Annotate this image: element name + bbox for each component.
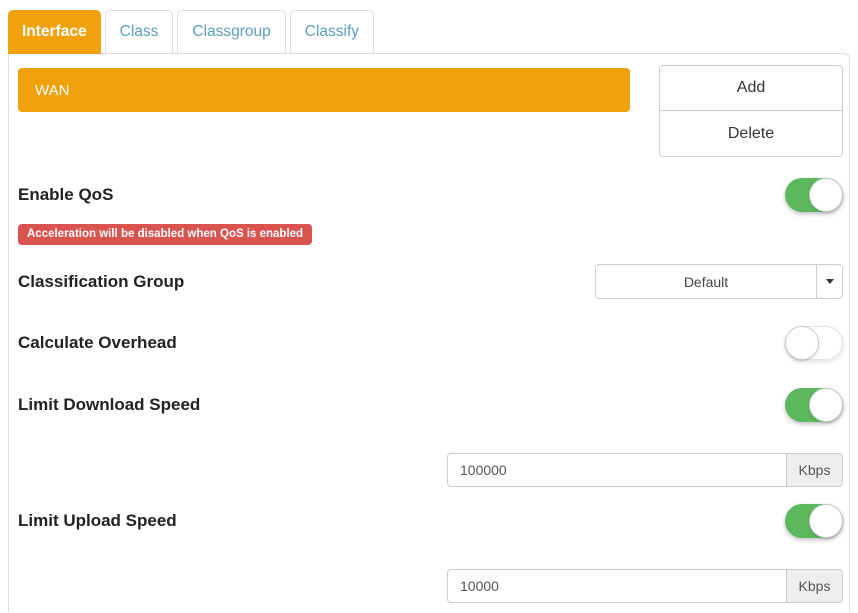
tab-bar: Interface Class Classgroup Classify — [8, 10, 850, 54]
limit-upload-toggle[interactable] — [785, 504, 843, 538]
upload-speed-input-group: Kbps — [447, 569, 843, 603]
classification-group-row: Classification Group Default — [18, 264, 843, 299]
limit-upload-row: Limit Upload Speed — [18, 504, 843, 538]
interface-name-label: WAN — [35, 82, 69, 99]
toggle-knob — [809, 178, 843, 212]
upload-speed-input[interactable] — [447, 569, 787, 603]
interface-actions-group: Add Delete — [659, 65, 843, 157]
limit-download-row: Limit Download Speed — [18, 388, 843, 422]
upload-speed-unit: Kbps — [787, 569, 843, 603]
classification-group-value: Default — [596, 265, 816, 298]
download-speed-input-row: Kbps — [18, 453, 843, 487]
toggle-knob — [809, 504, 843, 538]
classification-group-select[interactable]: Default — [595, 264, 843, 299]
qos-settings-page: Interface Class Classgroup Classify WAN … — [0, 0, 858, 612]
limit-download-label: Limit Download Speed — [18, 395, 200, 415]
delete-button[interactable]: Delete — [660, 111, 842, 156]
warning-row: Acceleration will be disabled when QoS i… — [18, 224, 843, 245]
tab-classgroup[interactable]: Classgroup — [177, 10, 285, 54]
tab-interface-label: Interface — [22, 23, 87, 41]
limit-upload-label: Limit Upload Speed — [18, 511, 177, 531]
tab-classify[interactable]: Classify — [290, 10, 374, 54]
calculate-overhead-toggle[interactable] — [785, 326, 843, 360]
enable-qos-toggle[interactable] — [785, 178, 843, 212]
tab-classify-label: Classify — [305, 23, 359, 41]
toggle-knob — [785, 326, 819, 360]
dropdown-caret-box[interactable] — [816, 265, 842, 298]
tab-class[interactable]: Class — [105, 10, 174, 54]
download-speed-input[interactable] — [447, 453, 787, 487]
enable-qos-label: Enable QoS — [18, 185, 113, 205]
upload-speed-input-row: Kbps — [18, 569, 843, 603]
limit-download-toggle[interactable] — [785, 388, 843, 422]
classification-group-label: Classification Group — [18, 272, 184, 292]
calculate-overhead-label: Calculate Overhead — [18, 333, 177, 353]
toggle-knob — [809, 388, 843, 422]
interface-list-item-wan[interactable]: WAN — [18, 68, 630, 112]
add-button[interactable]: Add — [660, 66, 842, 111]
chevron-down-icon — [826, 279, 834, 284]
tab-classgroup-label: Classgroup — [192, 23, 270, 41]
interface-list-row: WAN Add Delete — [18, 65, 843, 157]
enable-qos-row: Enable QoS — [18, 178, 843, 212]
interface-tab-panel: WAN Add Delete Enable QoS Acceleration w… — [8, 53, 850, 612]
calculate-overhead-row: Calculate Overhead — [18, 326, 843, 360]
tab-class-label: Class — [120, 23, 159, 41]
download-speed-input-group: Kbps — [447, 453, 843, 487]
tab-interface[interactable]: Interface — [8, 10, 101, 54]
download-speed-unit: Kbps — [787, 453, 843, 487]
qos-warning-badge: Acceleration will be disabled when QoS i… — [18, 224, 312, 245]
